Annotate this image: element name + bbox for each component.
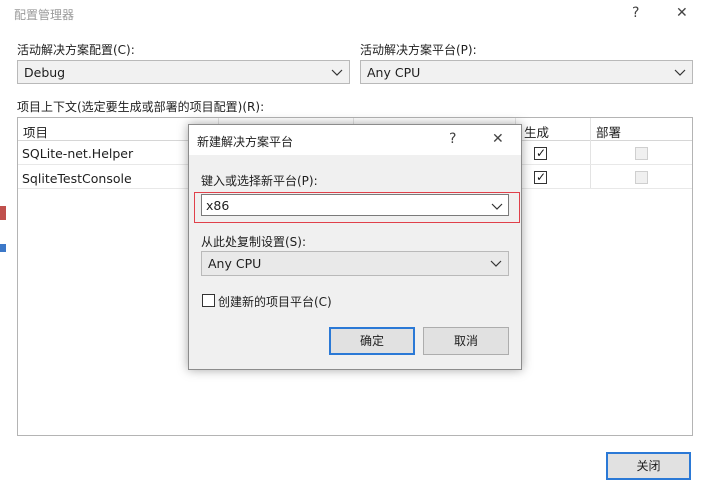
column-divider — [590, 118, 591, 188]
project-name-cell[interactable]: SQLite-net.Helper — [22, 146, 133, 161]
background-fragment — [0, 206, 6, 220]
check-icon: ✓ — [536, 146, 547, 160]
copy-from-label: 从此处复制设置(S): — [201, 235, 307, 249]
new-platform-combobox[interactable]: x86 — [201, 194, 509, 216]
check-icon: ✓ — [536, 170, 547, 184]
ok-button[interactable]: 确定 — [329, 327, 415, 355]
close-icon[interactable]: ✕ — [676, 5, 688, 21]
chevron-down-icon[interactable] — [491, 199, 503, 213]
dialog-titlebar: 新建解决方案平台 ? ✕ — [189, 125, 521, 155]
column-header-deploy[interactable]: 部署 — [596, 122, 621, 141]
help-icon[interactable]: ? — [632, 5, 639, 21]
deploy-checkbox — [635, 171, 648, 184]
new-platform-dialog: 新建解决方案平台 ? ✕ 键入或选择新平台(P): x86 从此处复制设置(S)… — [188, 124, 522, 370]
chevron-down-icon — [674, 69, 686, 76]
deploy-checkbox — [635, 147, 648, 160]
project-context-label: 项目上下文(选定要生成或部署的项目配置)(R): — [17, 100, 265, 114]
active-platform-dropdown[interactable]: Any CPU — [360, 60, 693, 84]
help-icon[interactable]: ? — [449, 131, 456, 147]
copy-from-dropdown[interactable]: Any CPU — [201, 251, 509, 276]
create-project-platforms-label[interactable]: 创建新的项目平台(C) — [218, 293, 332, 310]
copy-from-value: Any CPU — [208, 256, 262, 271]
new-platform-label: 键入或选择新平台(P): — [201, 174, 318, 188]
create-project-platforms-checkbox[interactable] — [202, 294, 215, 307]
new-platform-value[interactable]: x86 — [206, 198, 229, 213]
active-platform-value: Any CPU — [367, 65, 421, 80]
close-button[interactable]: 关闭 — [606, 452, 691, 480]
active-platform-label: 活动解决方案平台(P): — [360, 43, 477, 57]
build-checkbox[interactable]: ✓ — [534, 170, 547, 184]
dialog-title: 新建解决方案平台 — [197, 135, 294, 149]
active-config-dropdown[interactable]: Debug — [17, 60, 350, 84]
build-checkbox[interactable]: ✓ — [534, 146, 547, 160]
project-name-cell[interactable]: SqliteTestConsole — [22, 171, 132, 186]
column-header-project[interactable]: 项目 — [23, 122, 48, 141]
chevron-down-icon — [490, 260, 502, 267]
active-config-label: 活动解决方案配置(C): — [17, 43, 135, 57]
column-header-build[interactable]: 生成 — [524, 122, 549, 141]
chevron-down-icon — [331, 69, 343, 76]
close-icon[interactable]: ✕ — [492, 131, 504, 147]
active-config-value: Debug — [24, 65, 66, 80]
background-fragment — [0, 244, 6, 252]
cancel-button[interactable]: 取消 — [423, 327, 509, 355]
window-title: 配置管理器 — [14, 8, 75, 22]
